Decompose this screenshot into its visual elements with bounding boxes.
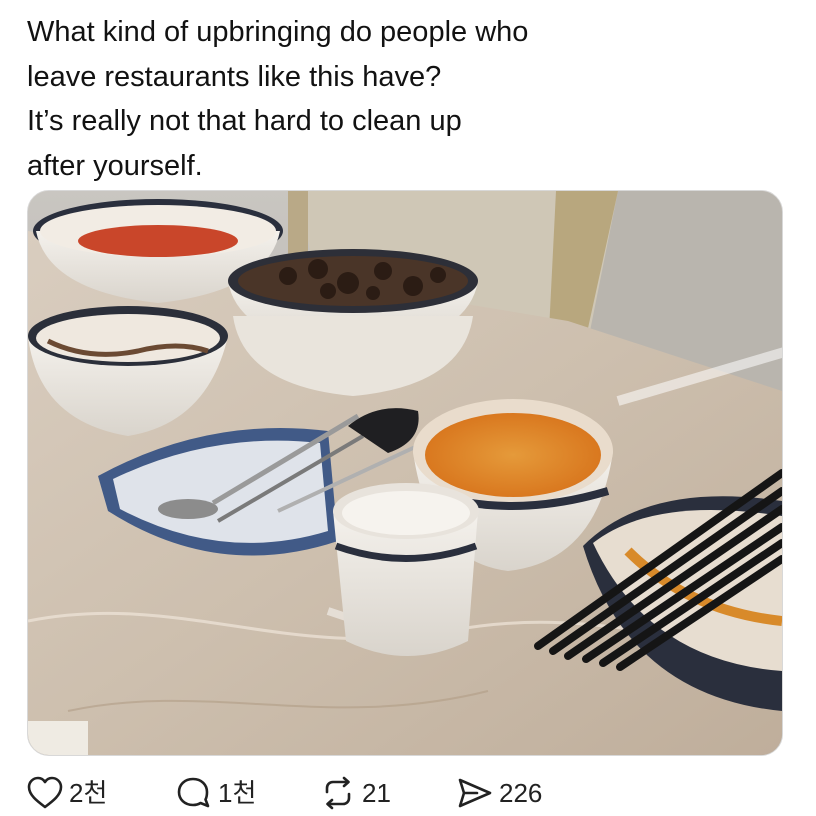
heart-icon <box>27 776 63 810</box>
reply-count: 1천 <box>218 778 257 808</box>
post-text-line: leave restaurants like this have? <box>27 60 442 93</box>
post-actions: 2천 1천 21 226 <box>27 772 787 816</box>
post-text: What kind of upbringing do people who le… <box>27 10 667 188</box>
share-button[interactable]: 226 <box>457 776 542 810</box>
repost-count: 21 <box>362 778 391 808</box>
post-text-line: after yourself. <box>27 149 203 182</box>
like-button[interactable]: 2천 <box>27 776 107 810</box>
like-count: 2천 <box>69 778 108 808</box>
share-count: 226 <box>499 778 543 808</box>
post-text-line: It’s really not that hard to clean up <box>27 105 462 137</box>
post-text-line: What kind of upbringing do people who <box>27 16 529 48</box>
reply-button[interactable]: 1천 <box>176 776 256 810</box>
repost-button[interactable]: 21 <box>320 776 391 810</box>
comment-icon <box>176 776 212 810</box>
post-photo-image <box>28 191 782 755</box>
post-photo[interactable] <box>27 190 783 756</box>
repost-icon <box>320 776 356 810</box>
send-icon <box>457 776 493 810</box>
